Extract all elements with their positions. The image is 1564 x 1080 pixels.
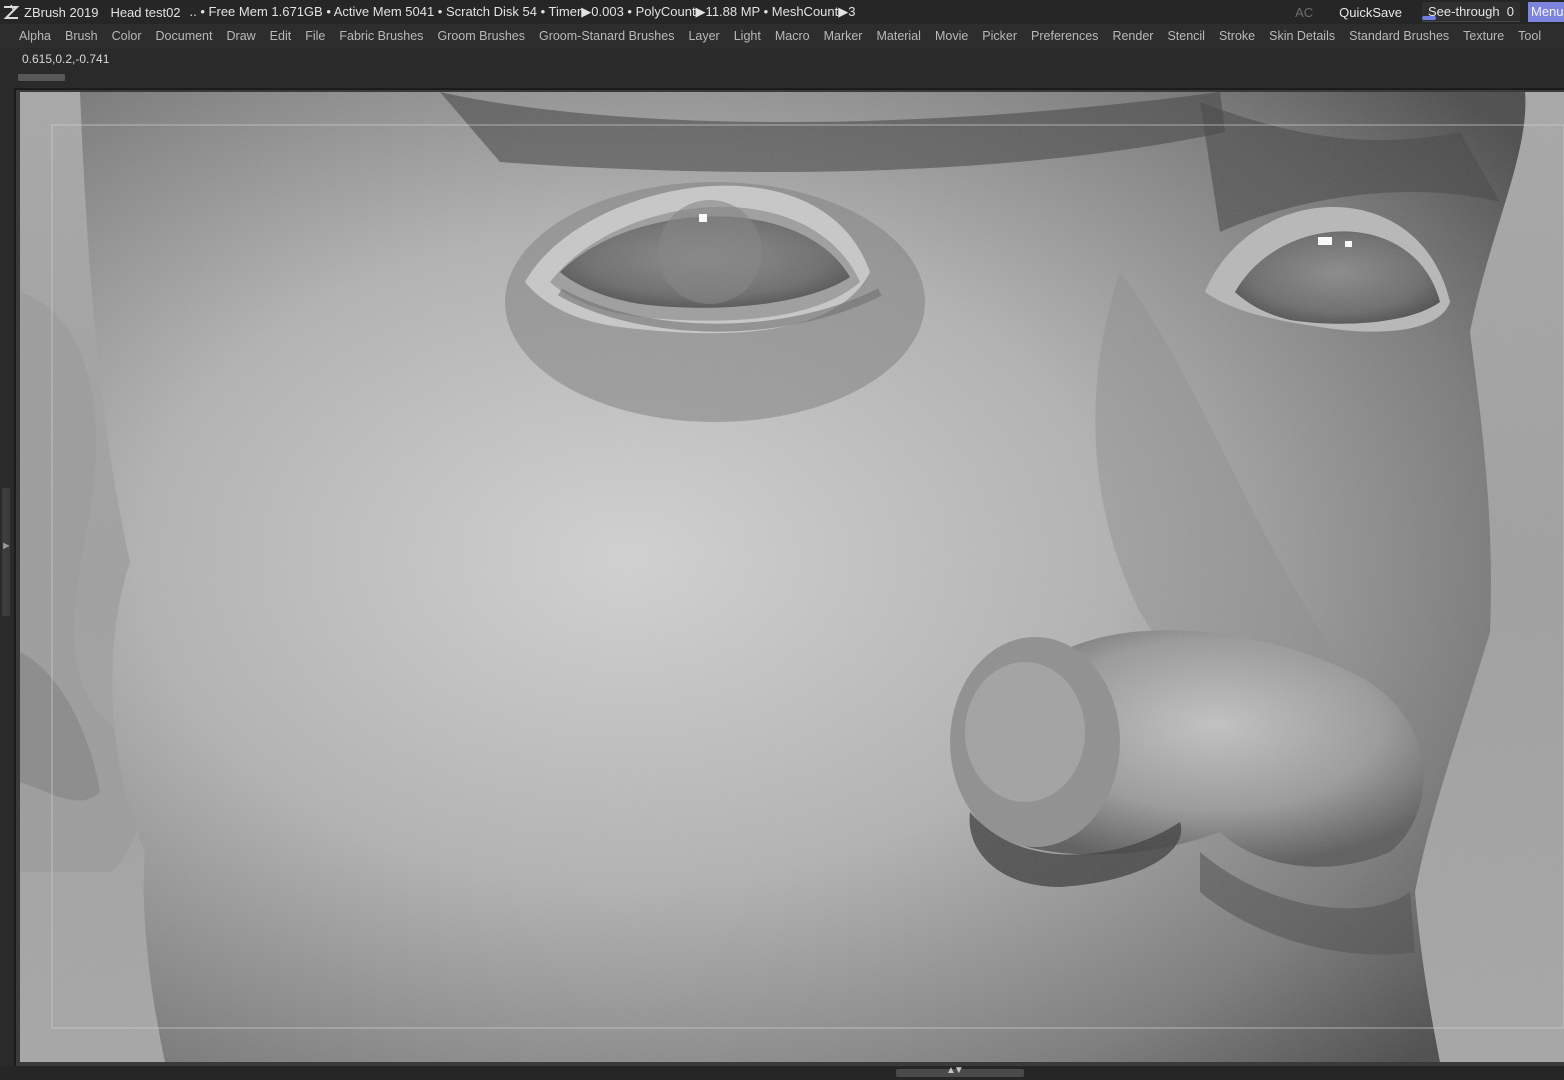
menu-layer[interactable]: Layer [681,29,726,43]
ac-toggle[interactable]: AC [1295,5,1313,20]
see-through-value: 0 [1506,4,1514,19]
menu-texture[interactable]: Texture [1456,29,1511,43]
menu-picker[interactable]: Picker [975,29,1024,43]
menu-standard-brushes[interactable]: Standard Brushes [1342,29,1456,43]
menu-macro[interactable]: Macro [768,29,817,43]
menus-button[interactable]: Menus [1528,2,1564,22]
menu-brush[interactable]: Brush [58,29,105,43]
menu-file[interactable]: File [298,29,332,43]
info-row: 0.615,0.2,-0.741 [0,48,1564,88]
menu-stroke[interactable]: Stroke [1212,29,1262,43]
menu-skin-details[interactable]: Skin Details [1262,29,1342,43]
menu-marker[interactable]: Marker [817,29,870,43]
menu-light[interactable]: Light [727,29,768,43]
document-name: Head test02 [110,4,181,20]
menu-color[interactable]: Color [105,29,149,43]
menu-alpha[interactable]: Alpha [12,29,58,43]
bottom-tray-bar [0,1066,1564,1080]
zbrush-logo-icon[interactable] [2,3,20,21]
menu-edit[interactable]: Edit [263,29,299,43]
menu-draw[interactable]: Draw [220,29,263,43]
sculpt-viewport[interactable] [20,92,1564,1062]
menu-render[interactable]: Render [1105,29,1160,43]
titlebar-right-controls: AC QuickSave See-through 0 Menus [1295,0,1564,24]
menu-material[interactable]: Material [869,29,927,43]
cursor-coordinates: 0.615,0.2,-0.741 [22,52,110,66]
menu-movie[interactable]: Movie [928,29,975,43]
title-bar: ZBrush 2019 Head test02 .. • Free Mem 1.… [0,0,1564,24]
app-title: ZBrush 2019 [24,4,99,20]
menu-groom-brushes[interactable]: Groom Brushes [430,29,532,43]
memory-stats: .. • Free Mem 1.671GB • Active Mem 5041 … [189,4,856,19]
see-through-label: See-through [1428,4,1500,19]
see-through-fill [1422,16,1436,20]
menu-groom-stanard-brushes[interactable]: Groom-Stanard Brushes [532,29,681,43]
menu-tool[interactable]: Tool [1511,29,1548,43]
top-shelf-slider[interactable] [18,74,65,81]
quicksave-button[interactable]: QuickSave [1339,5,1402,20]
menu-stencil[interactable]: Stencil [1160,29,1212,43]
main-menu-bar: Alpha Brush Color Document Draw Edit Fil… [0,24,1564,48]
menu-preferences[interactable]: Preferences [1024,29,1105,43]
left-tray-handle[interactable] [2,488,10,616]
see-through-slider[interactable]: See-through 0 [1422,2,1520,22]
expand-arrow-icon[interactable]: ► [1,540,12,552]
menu-document[interactable]: Document [149,29,220,43]
collapse-arrows-icon[interactable]: ▲▼ [946,1065,964,1076]
menu-fabric-brushes[interactable]: Fabric Brushes [332,29,430,43]
sculpt-head-model [20,92,1564,1062]
